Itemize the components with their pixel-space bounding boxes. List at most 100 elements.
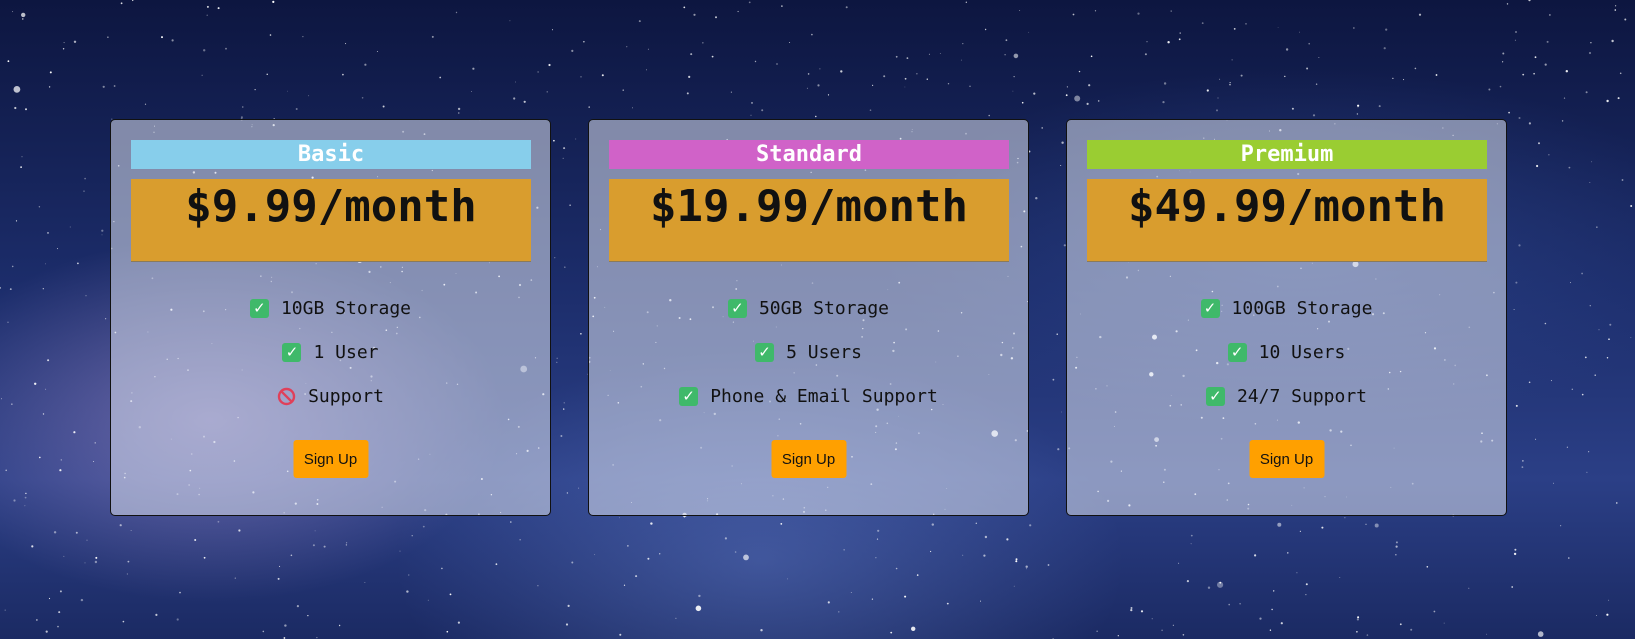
star	[1502, 61, 1504, 63]
star	[84, 562, 86, 564]
star	[601, 74, 604, 77]
star	[83, 190, 85, 192]
star	[1486, 633, 1488, 635]
star	[130, 530, 132, 531]
star	[217, 520, 220, 523]
star	[523, 100, 526, 103]
star	[22, 18, 24, 20]
star	[1560, 525, 1562, 527]
check-icon: ✓	[727, 298, 747, 318]
star	[1581, 393, 1584, 396]
star	[1013, 585, 1015, 587]
star	[698, 594, 701, 598]
star	[7, 321, 9, 323]
star	[34, 382, 37, 385]
star	[422, 525, 425, 528]
star	[635, 575, 638, 578]
star	[1259, 617, 1262, 620]
star	[21, 12, 26, 18]
star	[144, 103, 147, 105]
pricing-cards: Basic $9.99/month ✓ 10GB Storage ✓ 1 Use…	[110, 119, 1507, 516]
sign-up-button[interactable]: Sign Up	[1249, 440, 1324, 478]
star	[1399, 623, 1402, 626]
star	[1344, 517, 1346, 519]
star	[472, 67, 475, 70]
star	[688, 75, 691, 78]
star	[1167, 41, 1170, 44]
star	[411, 535, 413, 537]
star	[594, 554, 596, 556]
star	[1273, 590, 1275, 592]
star	[1033, 92, 1036, 95]
star	[62, 48, 65, 50]
star	[1, 398, 2, 400]
star	[675, 617, 677, 619]
star	[1568, 166, 1571, 169]
sign-up-button[interactable]: Sign Up	[771, 440, 846, 478]
star	[93, 461, 95, 462]
star	[1097, 100, 1100, 102]
star	[1201, 22, 1204, 24]
star	[1506, 3, 1509, 5]
star	[1598, 329, 1600, 331]
star	[254, 89, 256, 91]
star	[876, 538, 879, 540]
star	[1172, 624, 1174, 626]
feature-list: ✓ 10GB Storage ✓ 1 User Support	[111, 286, 550, 418]
star	[11, 265, 14, 268]
star	[24, 505, 26, 507]
star	[730, 91, 732, 93]
star	[1066, 86, 1068, 88]
star	[693, 13, 696, 16]
star	[238, 529, 241, 532]
star	[406, 590, 409, 593]
plan-price: $19.99/month	[609, 179, 1009, 262]
star	[1005, 39, 1008, 42]
star	[1538, 142, 1540, 145]
star	[1630, 205, 1633, 207]
star	[217, 7, 220, 10]
star	[272, 0, 275, 3]
star	[1571, 388, 1574, 390]
feature-item: ✓ 50GB Storage	[589, 286, 1028, 330]
star	[1296, 572, 1298, 574]
star	[1433, 610, 1436, 613]
star	[1088, 84, 1091, 87]
star	[45, 388, 47, 390]
star	[1029, 524, 1032, 527]
star	[761, 109, 764, 112]
star	[1521, 466, 1524, 468]
star	[155, 613, 158, 617]
sign-up-button[interactable]: Sign Up	[293, 440, 368, 478]
star	[1383, 47, 1386, 50]
star	[36, 619, 38, 621]
star	[1589, 182, 1591, 183]
star	[1606, 357, 1609, 359]
star	[1385, 28, 1388, 31]
star	[101, 234, 103, 236]
star	[1515, 404, 1518, 407]
star	[295, 108, 298, 110]
star	[1090, 55, 1093, 58]
feature-list: ✓ 50GB Storage ✓ 5 Users ✓ Phone & Email…	[589, 286, 1028, 418]
feature-label: Support	[308, 385, 384, 407]
star	[1508, 111, 1510, 114]
star	[1536, 164, 1539, 168]
star	[1186, 580, 1189, 583]
star	[9, 288, 12, 290]
star	[338, 624, 341, 627]
star	[906, 57, 909, 59]
star	[926, 78, 928, 80]
star	[984, 28, 987, 31]
star	[1528, 122, 1531, 125]
star	[25, 492, 27, 495]
star	[458, 112, 460, 114]
star	[787, 578, 788, 580]
star	[1229, 82, 1231, 84]
star	[1619, 72, 1622, 75]
star	[754, 60, 757, 63]
star	[895, 567, 898, 570]
star	[206, 14, 208, 16]
star	[342, 73, 344, 76]
star	[1395, 541, 1398, 544]
